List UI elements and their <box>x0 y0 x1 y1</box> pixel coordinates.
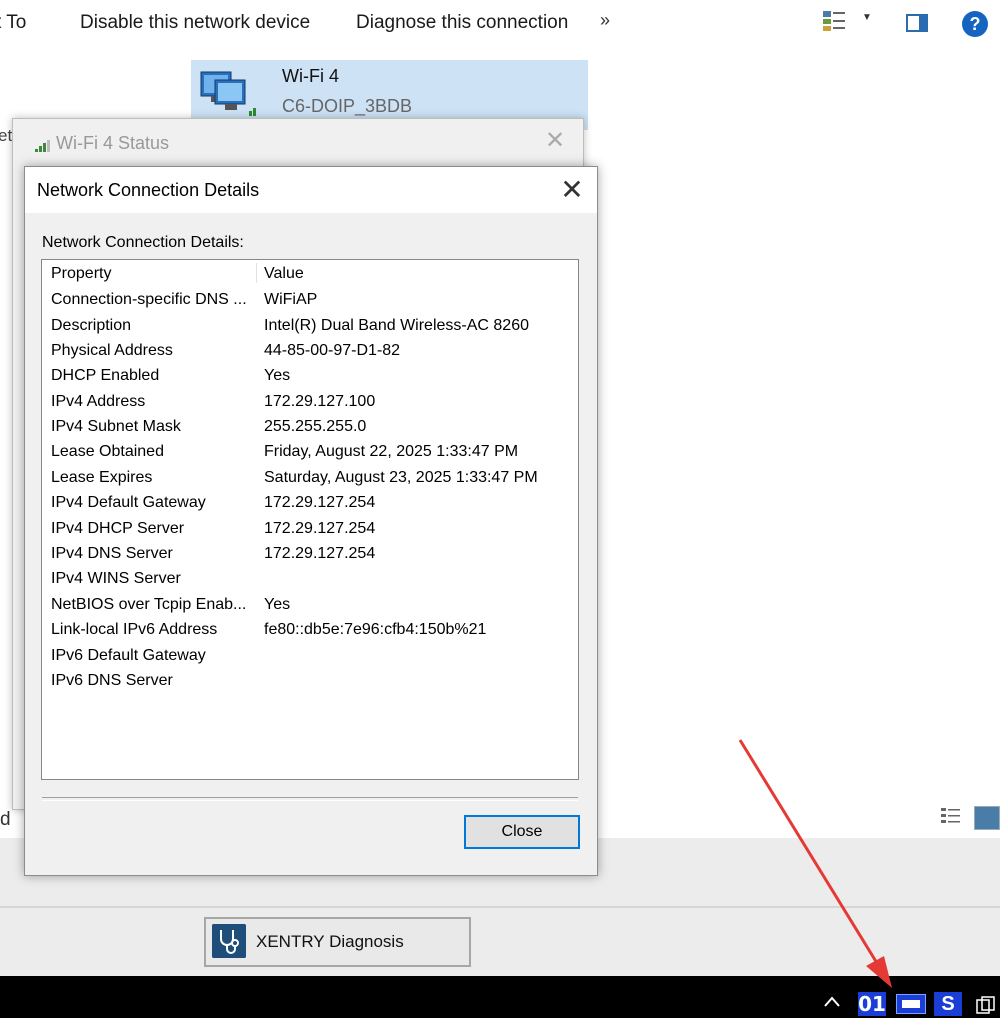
row-property: Description <box>51 317 132 334</box>
row-property: IPv4 Address <box>51 393 146 410</box>
row-property: IPv6 DNS Server <box>51 672 173 689</box>
row-property: Connection-specific DNS ... <box>51 291 247 308</box>
row-value: 255.255.255.0 <box>264 418 367 435</box>
wifi-signal-icon <box>35 140 50 152</box>
close-button[interactable]: Close <box>464 815 580 849</box>
tray-app-s-icon[interactable]: S <box>934 992 962 1016</box>
view-options-dropdown-icon[interactable]: ▼ <box>862 12 872 23</box>
row-value: 44-85-00-97-D1-82 <box>264 342 401 359</box>
row-value: 172.29.127.254 <box>264 520 376 537</box>
change-view-icon[interactable] <box>822 10 846 32</box>
tray-clipboard-icon[interactable] <box>976 996 996 1014</box>
dialog-close-icon[interactable]: ✕ <box>556 174 588 206</box>
row-property: IPv6 Default Gateway <box>51 647 206 664</box>
row-property: IPv4 Default Gateway <box>51 494 206 511</box>
row-property: IPv4 DNS Server <box>51 545 173 562</box>
adapter-ssid: C6-DOIP_3BDB <box>282 96 413 116</box>
diagnose-connection-command[interactable]: Diagnose this connection <box>356 12 568 34</box>
details-view-icon[interactable] <box>940 806 962 828</box>
command-bar: t To Disable this network device Diagnos… <box>0 0 1000 50</box>
row-property: IPv4 WINS Server <box>51 570 181 587</box>
row-value: fe80::db5e:7e96:cfb4:150b%21 <box>264 621 487 638</box>
truncated-label-fragment: et <box>0 126 13 145</box>
row-property: Physical Address <box>51 342 173 359</box>
row-value: WiFiAP <box>264 291 318 308</box>
status-bar-fragment: d <box>0 809 11 830</box>
column-header-value[interactable]: Value <box>264 265 304 283</box>
row-value: Friday, August 22, 2025 1:33:47 PM <box>264 443 519 460</box>
adapter-name: Wi-Fi 4 <box>282 66 339 86</box>
column-separator[interactable] <box>256 263 257 283</box>
network-adapter-icon <box>200 71 256 116</box>
taskbar <box>0 976 1000 1018</box>
wifi-status-close-icon[interactable]: ✕ <box>545 128 565 154</box>
disable-network-device-command[interactable]: Disable this network device <box>80 12 310 34</box>
row-property: DHCP Enabled <box>51 367 160 384</box>
dialog-divider <box>42 797 578 801</box>
tray-app-01-icon[interactable]: 01 <box>858 992 886 1016</box>
row-value: Saturday, August 23, 2025 1:33:47 PM <box>264 469 538 486</box>
row-property: NetBIOS over Tcpip Enab... <box>51 596 247 613</box>
connect-to-command[interactable]: t To <box>0 12 26 34</box>
wifi-status-title: Wi-Fi 4 Status <box>56 133 170 153</box>
row-value: 172.29.127.254 <box>264 494 376 511</box>
row-property: Link-local IPv6 Address <box>51 621 218 638</box>
row-value: Intel(R) Dual Band Wireless-AC 8260 <box>264 317 529 334</box>
row-value: Yes <box>264 596 291 613</box>
xentry-diagnosis-label: XENTRY Diagnosis <box>256 932 404 951</box>
row-value: 172.29.127.254 <box>264 545 376 562</box>
row-value: 172.29.127.100 <box>264 393 376 410</box>
row-property: Lease Obtained <box>51 443 164 460</box>
row-value: Yes <box>264 367 291 384</box>
stethoscope-icon <box>212 924 246 958</box>
row-property: IPv4 DHCP Server <box>51 520 185 537</box>
column-header-property[interactable]: Property <box>51 265 256 283</box>
preview-pane-icon[interactable] <box>906 14 928 32</box>
band-divider <box>0 906 1000 908</box>
tray-network-adapter-icon[interactable] <box>896 994 926 1014</box>
show-hidden-icons-chevron-icon[interactable] <box>822 992 842 1012</box>
dialog-title: Network Connection Details <box>37 180 260 200</box>
row-property: Lease Expires <box>51 469 153 486</box>
help-icon[interactable]: ? <box>962 11 988 37</box>
large-icons-view-icon[interactable] <box>974 806 1000 830</box>
row-property: IPv4 Subnet Mask <box>51 418 181 435</box>
details-list-label: Network Connection Details: <box>42 234 244 251</box>
more-commands-chevron-icon[interactable]: » <box>600 10 610 31</box>
